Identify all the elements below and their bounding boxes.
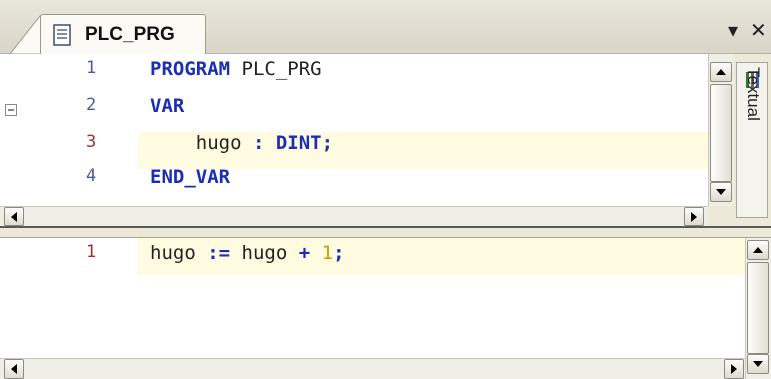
scroll-left-button[interactable] <box>4 207 24 226</box>
implementation-horizontal-scrollbar[interactable] <box>0 358 745 379</box>
code-token: hugo <box>230 242 299 264</box>
editor-titlebar: PLC_PRG ▾ ✕ <box>0 0 771 55</box>
code-line: 2 VAR <box>0 95 708 132</box>
scroll-up-button[interactable] <box>747 240 769 260</box>
line-number: 3 <box>86 132 97 152</box>
code-token: + <box>298 242 311 264</box>
tab-label: PLC_PRG <box>85 24 175 45</box>
code-token: hugo <box>150 132 253 154</box>
scroll-down-button[interactable] <box>710 182 732 202</box>
line-number: 1 <box>86 58 97 78</box>
code-text[interactable]: VAR <box>150 95 184 117</box>
code-token: DINT <box>275 132 322 154</box>
code-token: PLC_PRG <box>230 58 322 80</box>
scroll-thumb[interactable] <box>710 84 732 182</box>
code-token: hugo <box>150 242 208 264</box>
implementation-vertical-scrollbar[interactable] <box>745 238 771 379</box>
scroll-left-button[interactable] <box>4 359 24 379</box>
code-token: PROGRAM <box>150 58 231 80</box>
code-text[interactable]: hugo := hugo + 1; <box>150 242 345 264</box>
textual-side-tab[interactable]: Textual <box>736 62 768 218</box>
scroll-down-button[interactable] <box>747 354 769 374</box>
implementation-pane[interactable]: 1 hugo := hugo + 1; <box>0 238 745 358</box>
code-text[interactable]: hugo : DINT; <box>150 132 333 154</box>
dropdown-arrow-icon[interactable]: ▾ <box>728 18 738 42</box>
close-icon[interactable]: ✕ <box>750 18 767 42</box>
scroll-up-button[interactable] <box>710 62 732 82</box>
code-token: := <box>207 242 231 264</box>
code-line: 1 PROGRAM PLC_PRG <box>0 58 708 95</box>
code-token: ; <box>321 132 334 154</box>
code-token: 1 <box>321 242 334 264</box>
scroll-thumb[interactable] <box>747 262 769 354</box>
declaration-pane[interactable]: 1 PROGRAM PLC_PRG 2 VAR 3 hugo : DINT; 4… <box>0 54 708 206</box>
code-token: ; <box>333 242 345 264</box>
scroll-right-button[interactable] <box>724 359 744 379</box>
pane-splitter[interactable] <box>0 226 771 238</box>
line-number: 2 <box>86 95 97 115</box>
tab-plc-prg[interactable]: PLC_PRG <box>40 14 206 55</box>
declaration-vertical-scrollbar[interactable] <box>708 54 734 206</box>
line-number: 1 <box>86 242 97 262</box>
declaration-horizontal-scrollbar[interactable] <box>0 206 708 226</box>
code-token: : <box>252 132 265 154</box>
line-number: 4 <box>86 166 97 186</box>
code-line: 1 hugo := hugo + 1; <box>0 242 745 279</box>
side-tab-label: Textual <box>744 67 763 121</box>
code-token: VAR <box>150 95 185 117</box>
code-line: 3 hugo : DINT; <box>0 132 708 169</box>
document-icon <box>53 24 71 46</box>
code-text[interactable]: END_VAR <box>150 166 230 188</box>
code-line: 4 END_VAR <box>0 166 708 203</box>
collapse-minus-icon[interactable] <box>5 104 17 116</box>
scroll-right-button[interactable] <box>684 207 704 226</box>
code-token: END_VAR <box>150 166 231 188</box>
code-text[interactable]: PROGRAM PLC_PRG <box>150 58 322 80</box>
